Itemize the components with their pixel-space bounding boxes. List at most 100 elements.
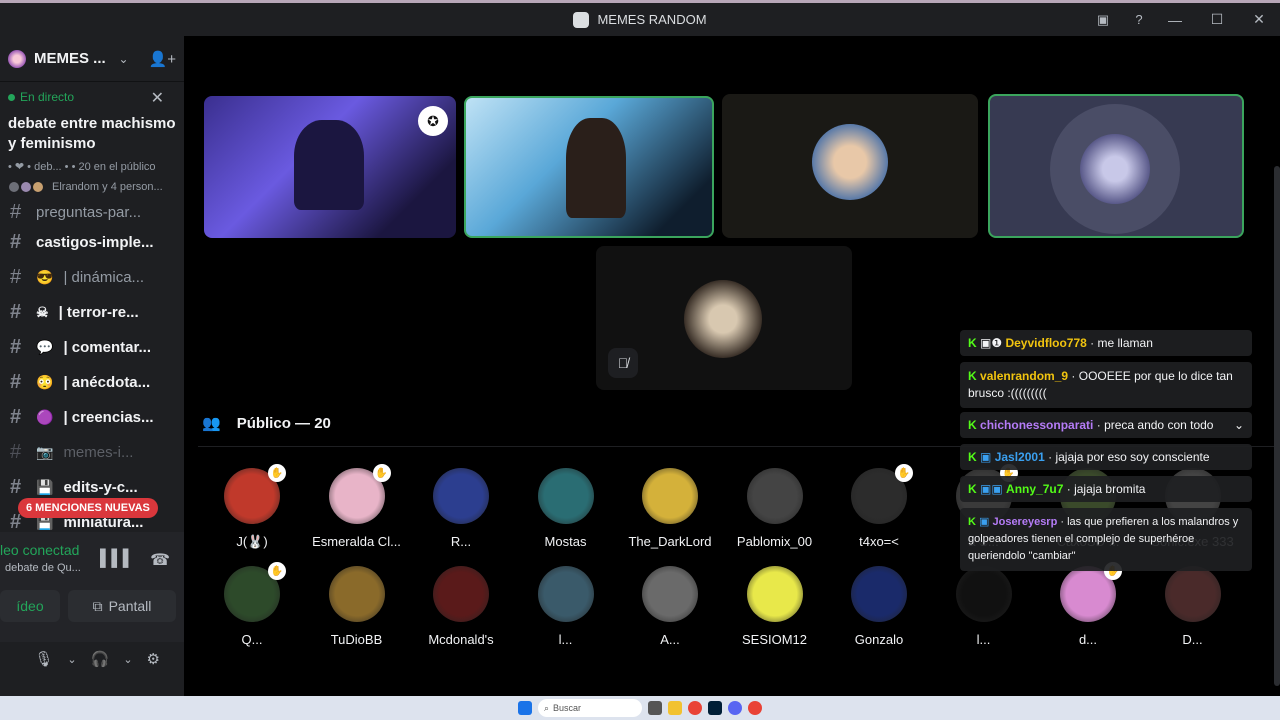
hash-icon: # [10,476,22,498]
audience-member[interactable]: Pablomix_00 [723,468,827,549]
maximize-button[interactable]: ☐ [1196,11,1238,28]
channel-emoji-icon: 💾 [36,479,54,495]
audience-member[interactable]: ✋ Q... [200,562,304,647]
channel-item[interactable]: # ☠ | terror-re... [0,295,184,330]
obs-icon[interactable] [748,701,762,715]
audience-member[interactable]: ✋ d... [1036,562,1140,647]
channel-emoji-icon: 💬 [36,339,54,355]
channel-emoji-icon: 📷 [36,444,54,460]
video-tile[interactable] [464,96,714,238]
avatar [746,468,803,524]
channel-item[interactable]: # 🟣 | creencias... [0,400,184,435]
disconnect-icon[interactable]: ☎ [150,550,170,570]
soundboard-icon[interactable]: ▌▌▌ [100,550,134,570]
audience-member[interactable]: A... [618,566,722,647]
audience-member-name: TuDioBB [330,632,383,647]
stage-area: ✪ 🎙̸ 👥 Público — 20 ✋ J(🐰) ✋ Esmeralda Cl..… [184,36,1280,696]
chrome-icon[interactable] [688,701,702,715]
audience-member[interactable]: ✋ Esmeralda Cl... [305,464,409,549]
video-button[interactable]: ídeo [0,590,60,622]
kick-icon: K [968,418,977,432]
hash-icon: # [10,441,22,463]
audience-member[interactable]: l... [514,566,618,647]
taskbar-search[interactable]: ⌕ Buscar [538,699,642,717]
channel-item[interactable]: # castigos-imple... [0,225,184,260]
channel-emoji-icon: 🟣 [36,409,54,425]
audience-member-name: R... [450,534,472,549]
hash-icon: # [10,301,22,323]
live-event-card[interactable]: En directo ✕ debate entre machismo y fem… [0,82,184,210]
voice-channel-name[interactable]: debate de Qu... [5,562,81,574]
screen-share-icon: ⧉ [92,597,103,614]
close-icon[interactable]: ✕ [151,88,164,108]
avatar [746,566,803,622]
audience-member-name: d... [1078,632,1098,647]
chat-message: K ▣ Josereyesrp · las que prefieren a lo… [960,508,1252,571]
audience-member[interactable]: l... [932,566,1036,647]
close-window-button[interactable]: ✕ [1238,11,1280,28]
audience-member[interactable]: Mostas [514,468,618,549]
voice-status: leo conectad [0,542,80,558]
chat-username: valenrandom_9 [980,369,1069,383]
chat-username: Josereyesrp [992,516,1058,528]
raised-hand-icon: ✋ [895,464,913,482]
help-icon[interactable]: ? [1131,12,1147,28]
chat-message: K ▣▣ Anny_7u7 · jajaja bromita [960,476,1252,502]
chat-username: chichonessonparati [980,418,1094,432]
scrollbar[interactable] [1274,166,1280,686]
minimize-button[interactable]: — [1154,12,1196,28]
screen-share-button[interactable]: ⧉ Pantall [68,590,176,622]
audience-member[interactable]: R... [409,468,513,549]
windows-start-icon[interactable] [518,701,532,715]
video-tile[interactable]: ✪ [204,96,456,238]
user-controls: 🎙 ⌄ 🎧 ⌄ ⚙ [0,642,184,676]
chevron-down-icon[interactable]: ⌄ [123,653,132,666]
chevron-down-icon[interactable]: ⌄ [1234,418,1244,432]
channel-item[interactable]: # 😳 | anécdota... [0,365,184,400]
microphone-icon[interactable]: 🎙 [34,650,53,668]
inbox-icon[interactable]: ▣ [1095,12,1111,28]
file-explorer-icon[interactable] [668,701,682,715]
channel-item[interactable]: # preguntas-par... [0,200,184,225]
gear-icon[interactable]: ⚙ [147,650,160,668]
audience-member[interactable]: SESIOM12 [723,566,827,647]
channel-emoji-icon: 😳 [36,374,54,390]
kick-icon: K [968,482,977,496]
chat-text: jajaja por eso soy consciente [1055,450,1210,464]
channel-label: memes-i... [63,444,134,461]
channel-item[interactable]: # 📷 memes-i... [0,435,184,470]
chevron-down-icon[interactable]: ⌄ [119,52,129,66]
voice-actions: ▌▌▌ ☎ [100,550,170,570]
channel-item[interactable]: # 😎 | dinámica... [0,260,184,295]
audience-member[interactable]: Gonzalo [827,566,931,647]
avatar-tile[interactable] [722,94,978,238]
audience-member[interactable]: ✋ t4xo=< [827,464,931,549]
audience-member[interactable]: TuDioBB [305,566,409,647]
hash-icon: # [10,201,22,223]
audience-member[interactable]: D... [1141,566,1245,647]
audience-member-name: t4xo=< [859,534,899,549]
channel-emoji-icon: ☠ [36,304,49,320]
audience-member[interactable]: ✋ J(🐰) [200,464,304,550]
avatar [1080,134,1150,204]
live-people-text: Elrandom y 4 person... [52,181,163,193]
avatar [851,566,907,622]
avatar-tile[interactable]: 🎙̸ [596,246,852,390]
audience-member[interactable]: Mcdonald's [409,566,513,647]
new-mentions-badge[interactable]: 6 MENCIONES NUEVAS [18,498,158,518]
people-icon: 👥 [202,415,221,432]
avatar [433,566,489,622]
audience-member[interactable]: The_DarkLord [618,468,722,549]
server-header[interactable]: MEMES ... ⌄ 👤+ [0,36,184,82]
channel-label: preguntas-par... [36,204,142,221]
discord-taskbar-icon[interactable] [728,701,742,715]
hash-icon: # [10,406,22,428]
channel-item[interactable]: # 💬 | comentar... [0,330,184,365]
add-member-icon[interactable]: 👤+ [149,50,176,68]
photoshop-icon[interactable] [708,701,722,715]
avatar-tile[interactable] [988,94,1244,238]
task-view-icon[interactable] [648,701,662,715]
headphones-icon[interactable]: 🎧 [91,650,110,668]
avatar [684,280,762,358]
chevron-down-icon[interactable]: ⌄ [67,653,76,666]
